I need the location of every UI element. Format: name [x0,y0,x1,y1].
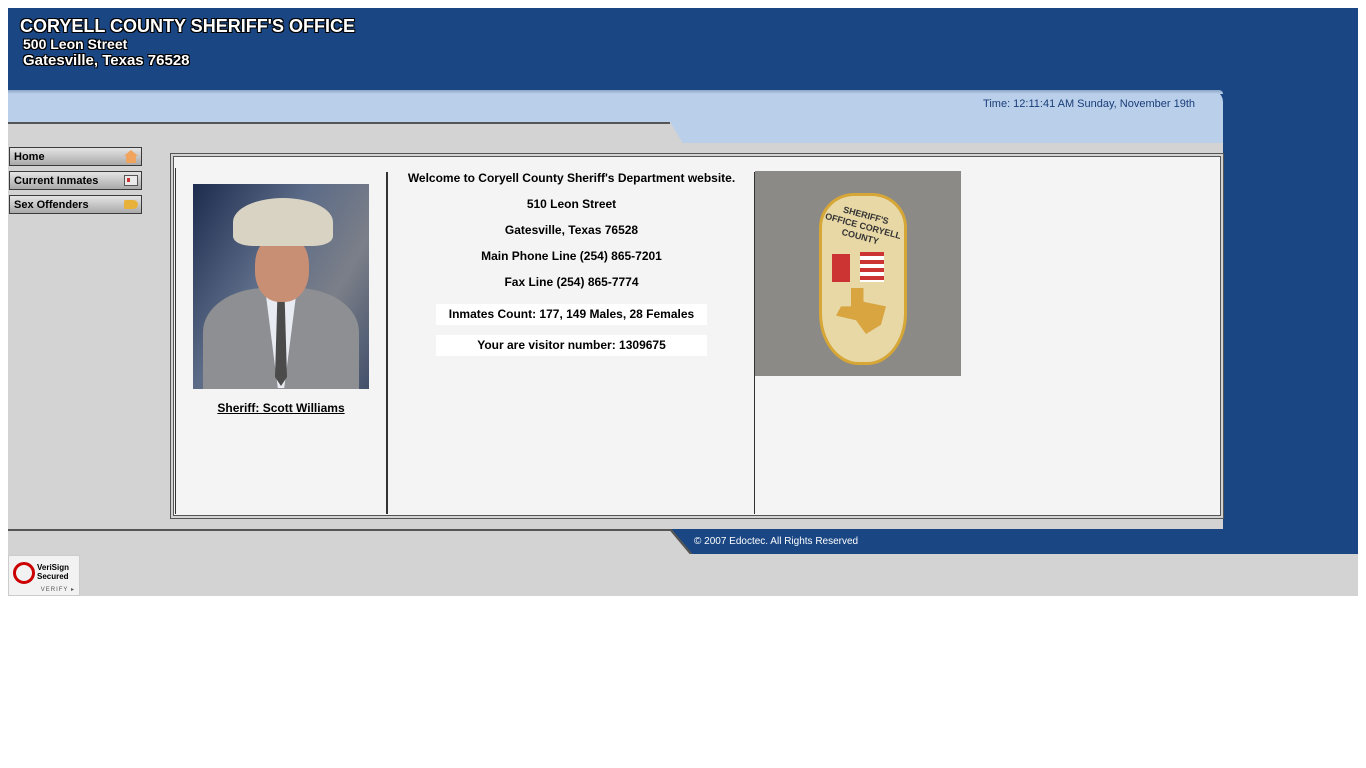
nav-current-inmates-button[interactable]: Current Inmates [9,171,142,190]
header-address-street: 500 Leon Street [23,36,128,52]
nav-label: Current Inmates [14,174,99,187]
nav-home-button[interactable]: Home [9,147,142,166]
nav-label: Home [14,150,45,163]
copyright-text: © 2007 Edoctec. All Rights Reserved [694,536,859,547]
content-panel: Sheriff: Scott Williams Welcome to Corye… [170,153,1224,519]
phone-text: Main Phone Line (254) 865-7201 [481,249,662,263]
bottom-line [8,529,672,531]
verisign-seal[interactable]: VeriSign Secured VERIFY ▸ [8,555,80,596]
header-address-city: Gatesville, Texas 76528 [23,52,190,69]
sheriff-badge-image: SHERIFF'S OFFICE CORYELL COUNTY [755,171,961,376]
verify-text: VERIFY ▸ [40,587,75,593]
sheriff-photo [193,184,369,389]
welcome-text: Welcome to Coryell County Sheriff's Depa… [407,171,736,185]
city-text: Gatesville, Texas 76528 [504,223,639,237]
home-icon [124,150,138,163]
site-title: CORYELL COUNTY SHERIFF'S OFFICE [20,16,355,36]
verisign-text: VeriSign Secured [37,563,69,581]
inmates-count: Inmates Count: 177, 149 Males, 28 Female… [436,304,707,325]
clock-text: Time: 12:11:41 AM Sunday, November 19th [983,98,1195,110]
sheriff-name-link[interactable]: Sheriff: Scott Williams [193,401,369,415]
verisign-line2: Secured [37,572,69,581]
nav-label: Sex Offenders [14,198,89,211]
checkmark-icon [13,562,35,584]
texas-flag [832,254,850,282]
id-card-icon [124,175,138,186]
verisign-line1: VeriSign [37,563,70,572]
visitor-counter: Your are visitor number: 1309675 [436,335,707,356]
nav-sex-offenders-button[interactable]: Sex Offenders [9,195,142,214]
footer: © 2007 Edoctec. All Rights Reserved [670,529,1358,554]
page-frame: CORYELL COUNTY SHERIFF'S OFFICE 500 Leon… [8,8,1358,596]
band-shadow [8,90,1223,94]
pointing-hand-icon [124,200,138,209]
welcome-info: Welcome to Coryell County Sheriff's Depa… [389,170,754,356]
street-text: 510 Leon Street [526,197,617,211]
left-nav: Home Current Inmates Sex Offenders [9,147,142,219]
main-area: Home Current Inmates Sex Offenders Sheri… [8,143,1224,529]
fax-text: Fax Line (254) 865-7774 [504,275,639,289]
us-flag [860,252,884,282]
divider [386,172,388,514]
nav-tab [8,122,684,145]
divider [175,168,176,514]
badge-text: SHERIFF'S OFFICE CORYELL COUNTY [824,204,903,247]
badge-patch: SHERIFF'S OFFICE CORYELL COUNTY [819,193,907,365]
texas-shape [836,288,886,334]
